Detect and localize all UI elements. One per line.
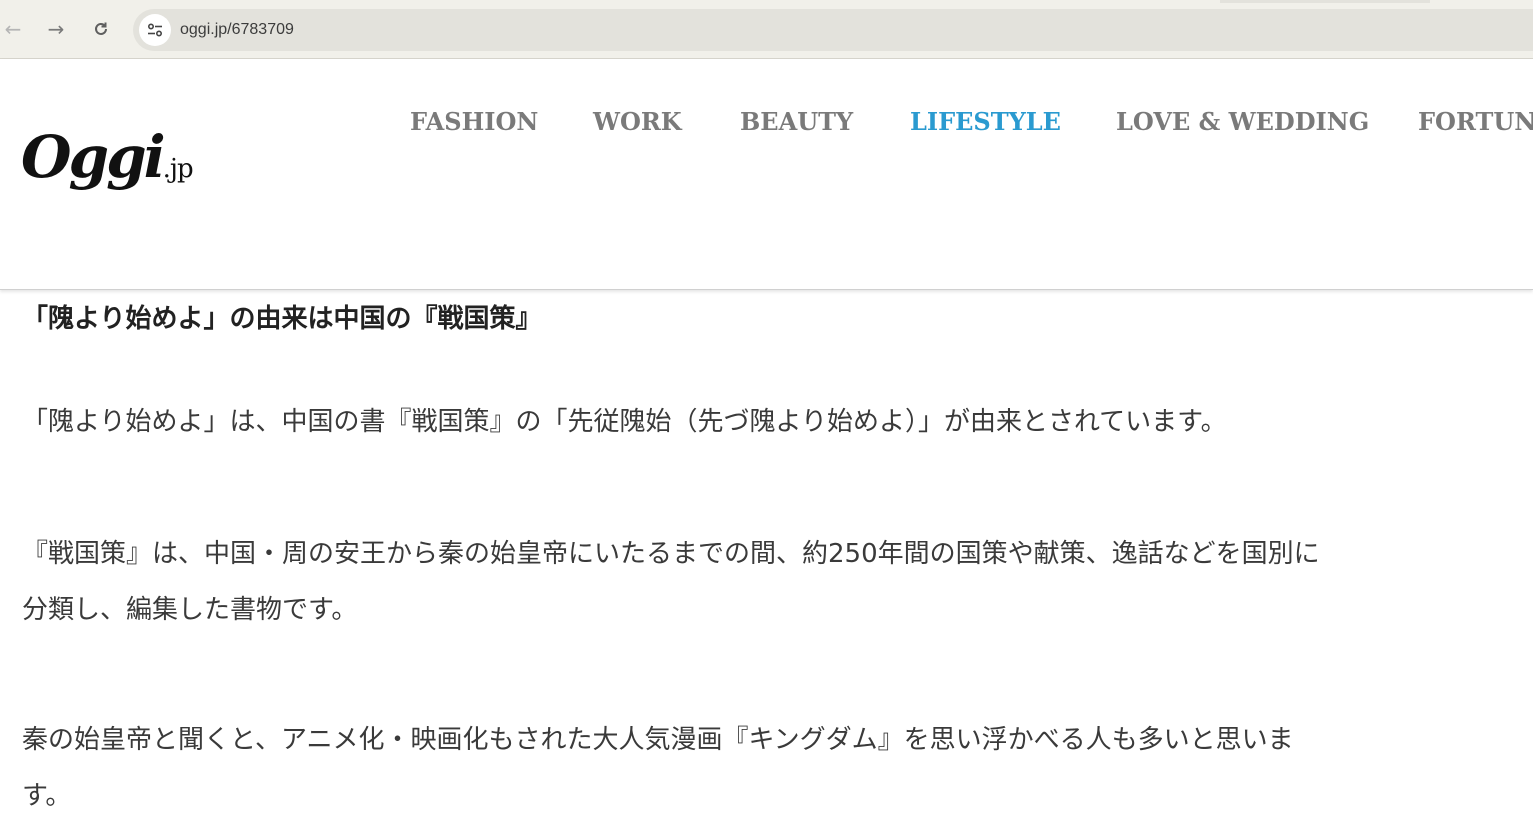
paragraph-line: 『戦国策』は、中国・周の安王から秦の始皇帝にいたるまでの間、約250年間の国策や… — [22, 539, 1320, 569]
site-logo[interactable]: Oggi.jp — [21, 123, 194, 191]
paragraph-origin: 「隗より始めよ」は、中国の書『戦国策』の「先従隗始（先づ隗より始めよ）」が由来と… — [22, 394, 1227, 450]
paragraph-sengokusaku: 『戦国策』は、中国・周の安王から秦の始皇帝にいたるまでの間、約250年間の国策や… — [22, 526, 1320, 638]
site-info-button[interactable] — [139, 14, 171, 46]
browser-toolbar: ← → oggi.jp/6783709 — [0, 0, 1533, 59]
site-header: Oggi.jp FASHION WORK BEAUTY LIFESTYLE LO… — [0, 59, 1533, 290]
paragraph-line: 「隗より始めよ」は、中国の書『戦国策』の「先従隗始（先づ隗より始めよ）」が由来と… — [22, 407, 1227, 437]
back-button[interactable]: ← — [0, 16, 26, 42]
reload-icon — [95, 22, 107, 35]
nav-item-fortune[interactable]: FORTUNI — [1418, 107, 1533, 136]
nav-item-fashion[interactable]: FASHION — [410, 107, 538, 136]
url-text[interactable]: oggi.jp/6783709 — [180, 21, 294, 39]
paragraph-kingdom: 秦の始皇帝と聞くと、アニメ化・映画化もされた大人気漫画『キングダム』を思い浮かべ… — [22, 712, 1294, 824]
reload-button[interactable] — [88, 16, 114, 42]
logo-suffix: .jp — [162, 154, 194, 184]
paragraph-line: 分類し、編集した書物です。 — [22, 595, 358, 625]
paragraph-line: 秦の始皇帝と聞くと、アニメ化・映画化もされた大人気漫画『キングダム』を思い浮かべ… — [22, 725, 1294, 755]
nav-item-love-wedding[interactable]: LOVE & WEDDING — [1116, 107, 1369, 136]
tune-icon — [147, 23, 163, 37]
tab-strip-edge — [1220, 0, 1430, 3]
logo-main: Oggi — [21, 123, 166, 191]
arrow-right-icon: → — [47, 17, 65, 41]
nav-item-lifestyle[interactable]: LIFESTYLE — [910, 107, 1061, 136]
forward-button[interactable]: → — [43, 16, 69, 42]
address-bar[interactable]: oggi.jp/6783709 — [133, 9, 1533, 51]
article-heading: 「隗より始めよ」の由来は中国の『戦国策』 — [22, 304, 542, 334]
nav-item-work[interactable]: WORK — [593, 107, 682, 136]
arrow-left-icon: ← — [4, 17, 22, 41]
nav-item-beauty[interactable]: BEAUTY — [740, 107, 853, 136]
paragraph-line: す。 — [22, 781, 72, 811]
